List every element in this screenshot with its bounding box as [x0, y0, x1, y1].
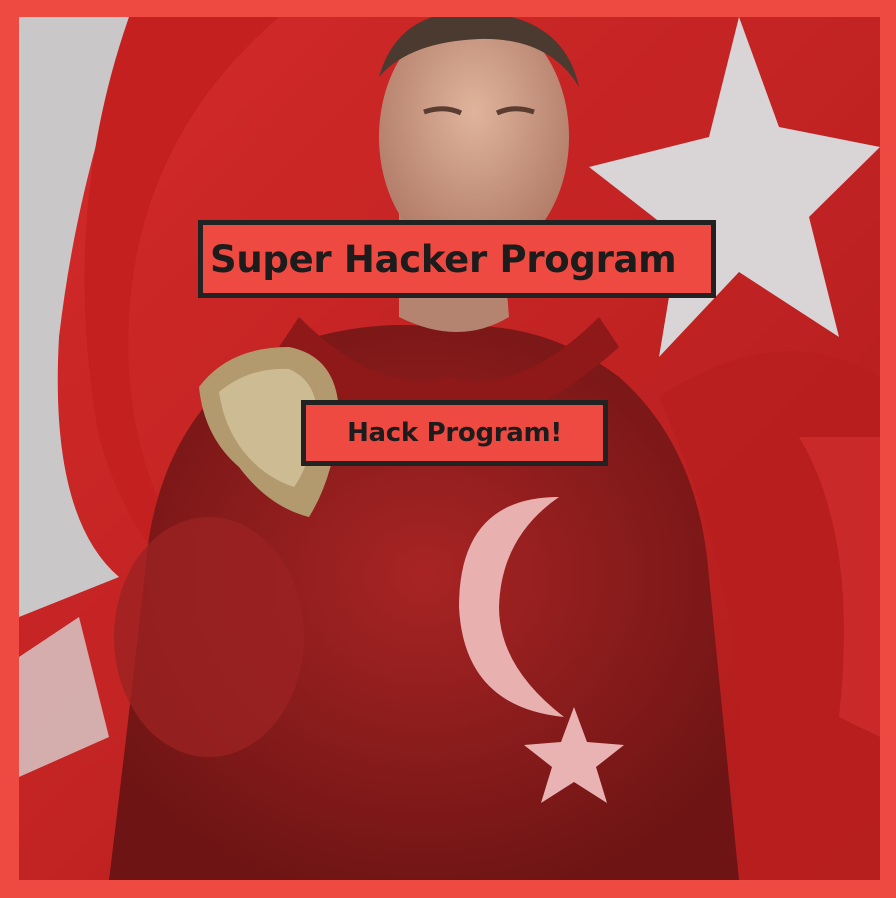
title-banner: Super Hacker Program: [198, 220, 716, 298]
hack-program-button-label: Hack Program!: [347, 418, 562, 448]
page-frame: Super Hacker Program Hack Program!: [0, 0, 896, 898]
page-title: Super Hacker Program: [210, 237, 677, 281]
hack-program-button[interactable]: Hack Program!: [301, 400, 608, 466]
